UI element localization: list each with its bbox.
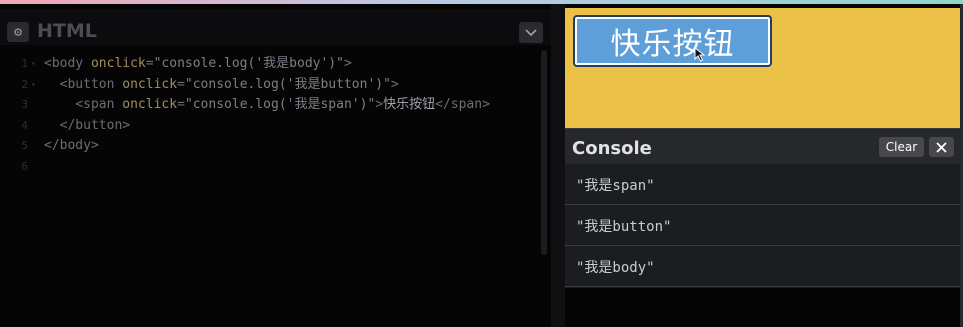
editor-title: HTML	[37, 20, 97, 42]
editor-scrollbar[interactable]	[541, 50, 547, 255]
console-panel: Console Clear "我是span" "我是button" "我是bod…	[565, 128, 960, 288]
html-editor-pane: ⚙ HTML 1 ▾ <body onclick="console.log('我是b…	[0, 4, 551, 327]
line-number: 1	[21, 57, 28, 70]
fold-marker-icon[interactable]: ▾	[31, 54, 36, 74]
console-log-text: "我是body"	[576, 260, 655, 276]
gear-icon: ⚙	[13, 25, 23, 39]
result-preview: 快乐按钮	[565, 8, 960, 128]
console-close-button[interactable]	[929, 137, 954, 157]
code-text: <button onclick="console.log('我是button')…	[59, 76, 399, 92]
pane-resize-divider[interactable]	[551, 4, 565, 327]
console-clear-button[interactable]: Clear	[879, 137, 924, 157]
console-header: Console Clear	[565, 128, 960, 164]
console-empty-area	[565, 288, 963, 327]
editor-settings-button[interactable]: ⚙	[7, 22, 29, 42]
happy-button-label[interactable]: 快乐按钮	[611, 19, 735, 63]
line-number: 4	[21, 118, 28, 132]
code-text: <span onclick="console.log('我是span')">快乐…	[75, 97, 490, 113]
line-number: 6	[21, 160, 28, 173]
code-line[interactable]: 1 ▾ <body onclick="console.log('我是body')">	[0, 54, 540, 74]
editor-header: ⚙ HTML	[0, 9, 551, 45]
code-line[interactable]: 3 <span onclick="console.log('我是span')">…	[0, 95, 540, 115]
console-title: Console	[572, 138, 652, 159]
line-number: 3	[21, 98, 28, 112]
code-text: <body onclick="console.log('我是body')">	[44, 56, 352, 71]
console-log-text: "我是button"	[576, 219, 672, 235]
console-log-text: "我是span"	[576, 178, 655, 194]
console-log-row: "我是body"	[565, 246, 960, 287]
editor-collapse-button[interactable]	[519, 22, 543, 43]
line-number: 2	[21, 77, 28, 91]
code-editor[interactable]: 1 ▾ <body onclick="console.log('我是body')">…	[0, 50, 551, 327]
code-line[interactable]: 6	[0, 157, 540, 177]
console-log-row: "我是span"	[565, 164, 960, 205]
code-text: </button>	[59, 117, 131, 133]
close-icon	[936, 141, 947, 153]
cursor-pointer-icon	[694, 47, 706, 62]
console-log-row: "我是button"	[565, 205, 960, 246]
happy-button[interactable]: 快乐按钮	[573, 15, 772, 67]
code-text: </body>	[44, 138, 99, 154]
line-number: 5	[21, 139, 28, 153]
code-line[interactable]: 2 ▾ <button onclick="console.log('我是butto…	[0, 75, 540, 95]
fold-marker-icon[interactable]: ▾	[31, 75, 36, 95]
chevron-down-icon	[525, 28, 537, 36]
code-line[interactable]: 4 </button>	[0, 116, 540, 136]
code-line[interactable]: 5 </body>	[0, 136, 540, 156]
